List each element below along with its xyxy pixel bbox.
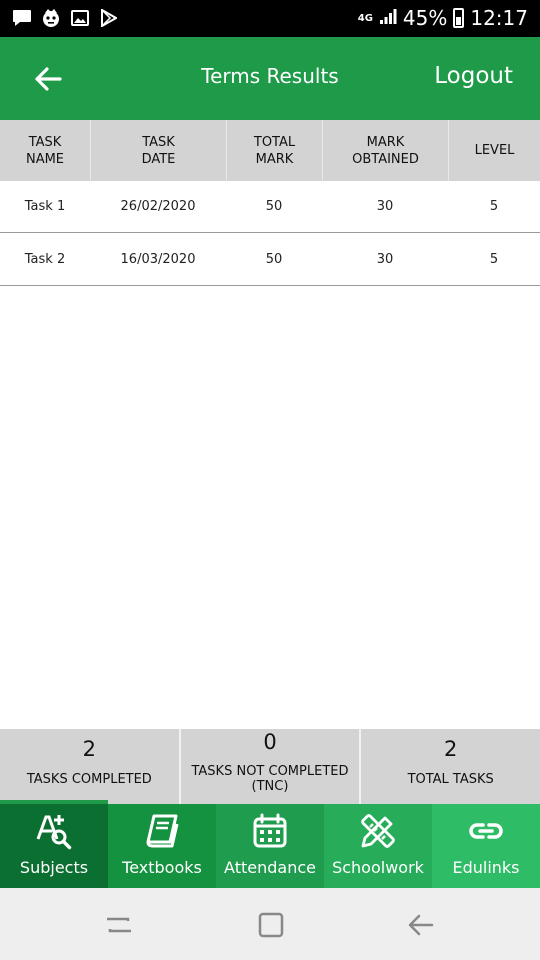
total-tasks-count: 2: [443, 737, 458, 761]
app-notification-icon: [41, 8, 61, 28]
nav-label: Textbooks: [122, 858, 202, 877]
app-bar: Terms Results Logout: [0, 37, 540, 120]
message-icon: [12, 8, 32, 28]
task-summary: 2 TASKS COMPLETED 0 TASKS NOT COMPLETED …: [0, 729, 540, 804]
cell-task-name: Task 1: [24, 199, 66, 214]
clock: 12:17: [470, 6, 528, 30]
summary-tasks-not-completed: 0 TASKS NOT COMPLETED (TNC): [178, 729, 360, 804]
status-bar: 4G 45% 12:17: [0, 0, 540, 37]
cell-task-date: 16/03/2020: [120, 252, 196, 267]
cell-total-mark: 50: [265, 199, 283, 214]
signal-icon: [379, 6, 397, 30]
back-icon: [408, 914, 434, 936]
recent-apps-icon: [107, 917, 131, 933]
battery-icon: [453, 8, 465, 28]
system-back-button[interactable]: [406, 910, 436, 940]
header-mark-obtained: MARK OBTAINED: [322, 120, 448, 181]
cell-level: 5: [489, 199, 499, 214]
link-icon: [467, 812, 505, 850]
image-icon: [70, 8, 90, 28]
total-tasks-label: TOTAL TASKS: [407, 772, 494, 787]
cell-level: 5: [489, 252, 499, 267]
nav-label: Subjects: [19, 858, 89, 877]
nav-label: Schoolwork: [332, 858, 424, 877]
bottom-navigation: Subjects Textbooks Attendance Schoolwork…: [0, 800, 540, 888]
cell-task-name: Task 2: [24, 252, 66, 267]
cell-total-mark: 50: [265, 252, 283, 267]
cell-mark-obtained: 30: [376, 199, 394, 214]
nav-subjects[interactable]: Subjects: [0, 800, 108, 888]
header-task-date: TASK DATE: [90, 120, 226, 181]
summary-tasks-completed: 2 TASKS COMPLETED: [0, 729, 179, 804]
system-navigation-bar: [0, 888, 540, 960]
cell-task-date: 26/02/2020: [120, 199, 196, 214]
home-button[interactable]: [256, 910, 286, 940]
calendar-icon: [251, 812, 289, 850]
nav-schoolwork[interactable]: Schoolwork: [324, 804, 432, 888]
logout-button[interactable]: Logout: [434, 63, 513, 89]
tasks-not-completed-label: TASKS NOT COMPLETED (TNC): [191, 764, 349, 794]
header-level: LEVEL: [448, 120, 540, 181]
notification-icons: [12, 8, 119, 28]
tasks-completed-count: 2: [82, 737, 97, 761]
header-task-name: TASK NAME: [25, 134, 65, 167]
battery-percent: 45%: [402, 6, 448, 30]
home-icon: [258, 912, 284, 938]
system-status: 4G 45% 12:17: [358, 6, 528, 30]
nav-textbooks[interactable]: Textbooks: [108, 804, 216, 888]
book-icon: [143, 812, 181, 850]
nav-attendance[interactable]: Attendance: [216, 804, 324, 888]
nav-label: Attendance: [224, 858, 316, 877]
header-total-mark: TOTAL MARK: [226, 120, 322, 181]
tasks-not-completed-count: 0: [263, 730, 277, 754]
pencil-ruler-icon: [359, 812, 397, 850]
tasks-completed-label: TASKS COMPLETED: [26, 772, 152, 787]
play-store-icon: [99, 8, 119, 28]
table-row[interactable]: Task 2 16/03/2020 50 30 5: [0, 234, 540, 286]
network-type: 4G: [357, 12, 373, 24]
nav-label: Edulinks: [452, 858, 520, 877]
table-row[interactable]: Task 1 26/02/2020 50 30 5: [0, 181, 540, 233]
subjects-icon: [35, 812, 73, 850]
recent-apps-button[interactable]: [104, 910, 134, 940]
summary-total-tasks: 2 TOTAL TASKS: [359, 729, 540, 804]
nav-edulinks[interactable]: Edulinks: [432, 804, 540, 888]
results-table-header: TASK NAME TASK DATE TOTAL MARK MARK OBTAINED…: [0, 120, 540, 181]
cell-mark-obtained: 30: [376, 252, 394, 267]
